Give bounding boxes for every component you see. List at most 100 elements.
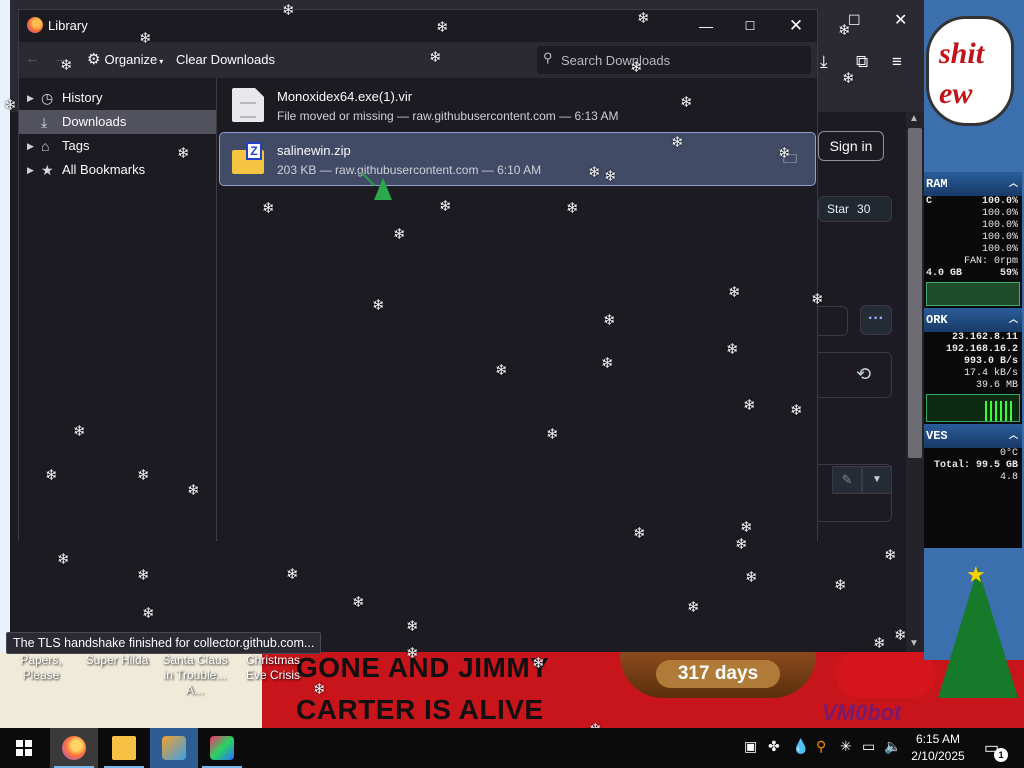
chevron-down-icon[interactable]: ▼ — [862, 466, 892, 494]
taskbar-firefox[interactable] — [50, 728, 98, 768]
organize-button[interactable]: ⚙ Organize ▾ — [83, 48, 167, 72]
scroll-down-icon[interactable]: ▼ — [909, 638, 919, 649]
gadget-network-graph — [926, 394, 1020, 422]
star-label: Star — [827, 202, 850, 216]
sidebar-item-tags[interactable]: ▶ ⌂ Tags — [19, 134, 216, 158]
gadget-ip: 23.162.8.11 — [951, 332, 1018, 343]
desktop-icon-papers-please[interactable]: Papers, Please — [2, 653, 80, 683]
gadget-ram-title: RAM — [926, 177, 948, 191]
window-title: Library — [48, 18, 88, 33]
library-window: Library — ☐ ✕ ← → ⚙ Organize ▾ Clear Downl… — [18, 9, 818, 541]
star-button[interactable]: Star 30 — [818, 196, 892, 222]
tray-volume-icon[interactable]: 🔈 — [884, 738, 901, 755]
wallpaper-speech-bubble: shit ew — [926, 16, 1014, 126]
tray-search-app-icon[interactable]: ⚲ — [816, 738, 826, 755]
gadget-ram-row: 100.0% — [981, 220, 1018, 231]
tray-app-icon[interactable]: ▣ — [744, 738, 757, 755]
more-options-button[interactable]: ··· — [860, 305, 892, 335]
sidebar-item-downloads[interactable]: ⤓ Downloads — [19, 110, 216, 134]
browser-close-icon[interactable]: ✕ — [894, 10, 907, 30]
zip-badge-icon: Z — [246, 142, 262, 160]
wallpaper-caption: VM0bot — [822, 700, 902, 725]
download-icon: ⤓ — [41, 114, 48, 130]
gadget-ip: 192.168.16.2 — [945, 344, 1018, 355]
history-icon[interactable]: ⟲ — [856, 364, 871, 385]
minimize-button[interactable]: — — [691, 15, 721, 37]
gadget-ram-bar — [926, 282, 1020, 306]
taskbar: ▣ ✤ 💧 ⚲ ✳ ▭ 🔈 6:15 AM 2/10/2025 ▭ 1 — [0, 728, 1024, 768]
desktop-icon-super-hilda[interactable]: Super Hilda — [84, 653, 150, 668]
gadget-ram-header[interactable]: RAM ︿ — [924, 172, 1022, 196]
tray-drop-icon[interactable]: 💧 — [792, 738, 809, 755]
gadget-drives-header[interactable]: VES ︿ — [924, 424, 1022, 448]
gadget-fan: FAN: 0rpm — [963, 256, 1018, 267]
notification-count-badge: 1 — [994, 748, 1008, 762]
hamburger-menu-icon[interactable]: ≡ — [892, 52, 902, 72]
edit-pencil-icon[interactable]: ✎ — [832, 466, 862, 494]
clear-downloads-button[interactable]: Clear Downloads — [171, 48, 280, 72]
gadget-ram-row: 100.0% — [981, 232, 1018, 243]
scroll-up-icon[interactable]: ▲ — [909, 113, 919, 124]
taskbar-clock[interactable]: 6:15 AM 2/10/2025 — [900, 731, 976, 765]
wallpaper-left-strip — [0, 0, 10, 660]
clock-date: 2/10/2025 — [911, 749, 965, 763]
page-panel — [818, 352, 892, 398]
expand-chevron-icon[interactable]: ▶ — [27, 134, 34, 158]
download-status: 203 KB — raw.githubusercontent.com — 6:1… — [277, 163, 542, 177]
forward-arrow-icon[interactable]: → — [53, 50, 68, 67]
bubble-text-2: ew — [939, 77, 973, 110]
sign-in-button[interactable]: Sign in — [818, 131, 884, 161]
download-item[interactable]: Z salinewin.zip 203 KB — raw.githubuserc… — [219, 132, 816, 186]
folder-icon — [112, 736, 136, 760]
download-item[interactable]: Monoxidex64.exe(1).vir File moved or mis… — [220, 79, 815, 131]
clock-time: 6:15 AM — [915, 732, 961, 746]
browser-restore-icon[interactable]: ☐ — [848, 12, 861, 29]
expand-chevron-icon[interactable]: ▶ — [27, 158, 34, 182]
taskbar-app-4[interactable] — [198, 728, 246, 768]
show-in-folder-icon[interactable]: 🗀 — [779, 147, 801, 169]
gadget-ram-row: 100.0% — [981, 244, 1018, 255]
sidebar-item-all-bookmarks[interactable]: ▶ ★ All Bookmarks — [19, 158, 216, 182]
expand-chevron-icon[interactable]: ▶ — [27, 86, 34, 110]
bubble-text-1: shit — [939, 37, 985, 70]
desktop-icon-santa-claus[interactable]: Santa Claus in Trouble... A... — [156, 653, 234, 698]
search-box[interactable]: ⚲ — [537, 46, 811, 74]
tray-snowflake-icon[interactable]: ✳ — [840, 738, 852, 755]
system-monitor-gadget: RAM ︿ C 100.0% 100.0% 100.0% 100.0% 100.0%… — [924, 172, 1022, 548]
sidebar-item-label: History — [62, 90, 103, 105]
star-icon: ★ — [41, 162, 54, 178]
taskbar-app-3[interactable] — [150, 728, 198, 768]
download-icon[interactable]: ⤓ — [820, 52, 828, 72]
sidebar-item-label: All Bookmarks — [62, 162, 146, 177]
windows-logo-icon — [16, 740, 32, 756]
firefox-icon — [62, 736, 86, 760]
close-button[interactable]: ✕ — [781, 15, 811, 37]
gadget-ram-total: 4.0 GB — [926, 268, 963, 279]
collapse-icon: ︿ — [1008, 315, 1018, 325]
maximize-button[interactable]: ☐ — [735, 15, 765, 37]
library-titlebar[interactable]: Library — ☐ ✕ — [19, 10, 817, 42]
browser-scrollbar-thumb[interactable] — [908, 128, 922, 458]
banner-text-line-2: CARTER IS ALIVE — [296, 694, 544, 725]
tray-network-app-icon[interactable]: ✤ — [768, 738, 780, 755]
days-counter-badge: 317 days — [620, 652, 816, 698]
tag-icon: ⌂ — [41, 138, 50, 154]
banner-text-line-1: GONE AND JIMMY — [296, 652, 550, 683]
gadget-network-header[interactable]: ORK ︿ — [924, 308, 1022, 332]
search-downloads-input[interactable] — [561, 50, 801, 70]
tray-network-icon[interactable]: ▭ — [862, 738, 875, 755]
back-arrow-icon[interactable]: ← — [25, 50, 40, 67]
library-toolbar: ← → ⚙ Organize ▾ Clear Downloads ⚲ — [19, 42, 817, 78]
sidebar-item-label: Tags — [62, 138, 90, 153]
gadget-ram-pct: 59% — [999, 268, 1018, 279]
taskbar-file-explorer[interactable] — [100, 728, 148, 768]
search-icon: ⚲ — [543, 50, 553, 65]
organize-label: Organize — [104, 52, 158, 67]
gadget-temp: 0°C — [999, 448, 1018, 459]
sidebar-item-history[interactable]: ▶ ◷ History — [19, 86, 216, 110]
page-field[interactable] — [818, 306, 848, 336]
download-filename: salinewin.zip — [277, 143, 351, 158]
extensions-icon[interactable]: ⧉ — [856, 52, 868, 72]
desktop-icon-christmas-eve-crisis[interactable]: Christmas Eve Crisis — [234, 653, 312, 683]
start-button[interactable] — [0, 728, 48, 768]
